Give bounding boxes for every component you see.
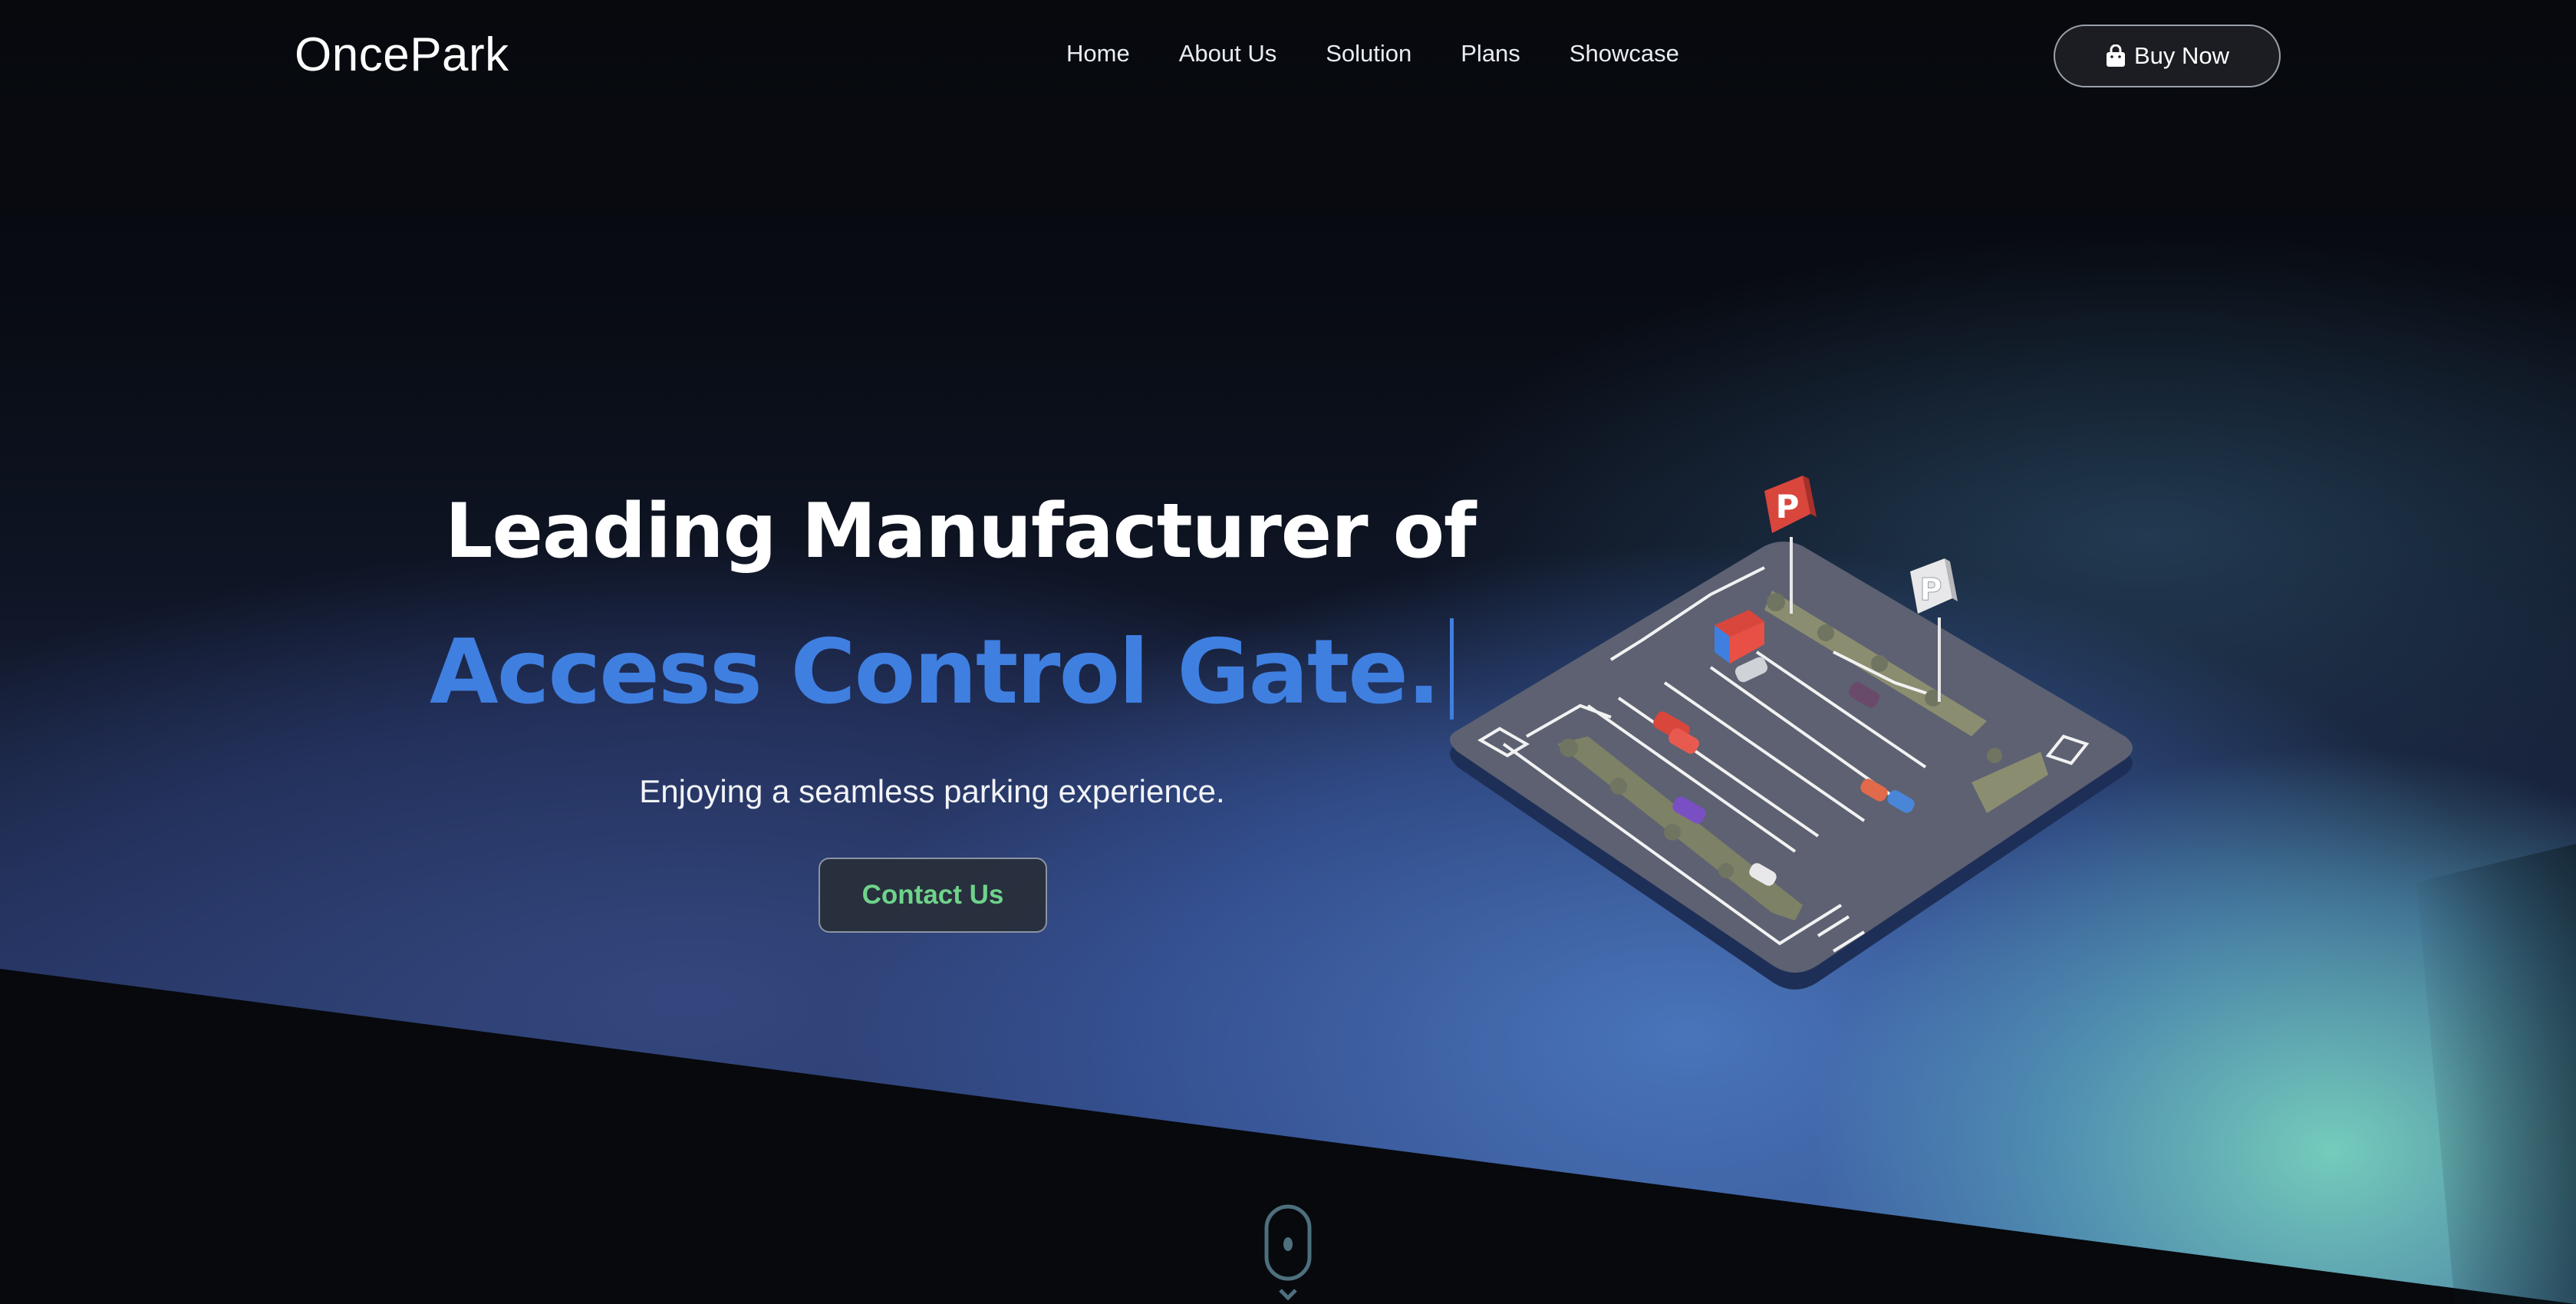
svg-text:P: P xyxy=(1919,572,1942,608)
nav-item-plans[interactable]: Plans xyxy=(1461,40,1520,68)
site-header: OncePark Home About Us Solution Plans Sh… xyxy=(0,0,2576,115)
nav-item-home[interactable]: Home xyxy=(1066,40,1130,68)
hero-title-highlight: Access Control Gate. xyxy=(430,621,1441,724)
svg-text:P: P xyxy=(1776,488,1800,525)
main-nav: Home About Us Solution Plans Showcase xyxy=(1066,40,1728,68)
parking-sign-red: P xyxy=(1764,476,1817,533)
nav-item-solution[interactable]: Solution xyxy=(1326,40,1412,68)
nav-item-showcase[interactable]: Showcase xyxy=(1570,40,1679,68)
contact-us-label: Contact Us xyxy=(861,880,1004,910)
shopping-bag-icon xyxy=(2105,44,2126,68)
hero-title-line2: Access Control Gate. xyxy=(430,618,1454,724)
parking-lot-illustration: P P xyxy=(1450,476,2133,990)
logo[interactable]: OncePark xyxy=(295,28,509,82)
landing-page: OncePark Home About Us Solution Plans Sh… xyxy=(0,0,2576,1304)
hero-title-line1: Leading Manufacturer of xyxy=(445,488,1477,575)
parking-sign-white: P xyxy=(1910,558,1958,614)
nav-item-about-us[interactable]: About Us xyxy=(1179,40,1277,68)
contact-us-button[interactable]: Contact Us xyxy=(819,858,1047,933)
mouse-scroll-icon[interactable] xyxy=(1264,1204,1312,1304)
buy-now-button[interactable]: Buy Now xyxy=(2054,25,2281,87)
buy-now-label: Buy Now xyxy=(2133,42,2230,69)
hero-subtitle: Enjoying a seamless parking experience. xyxy=(639,773,1225,809)
